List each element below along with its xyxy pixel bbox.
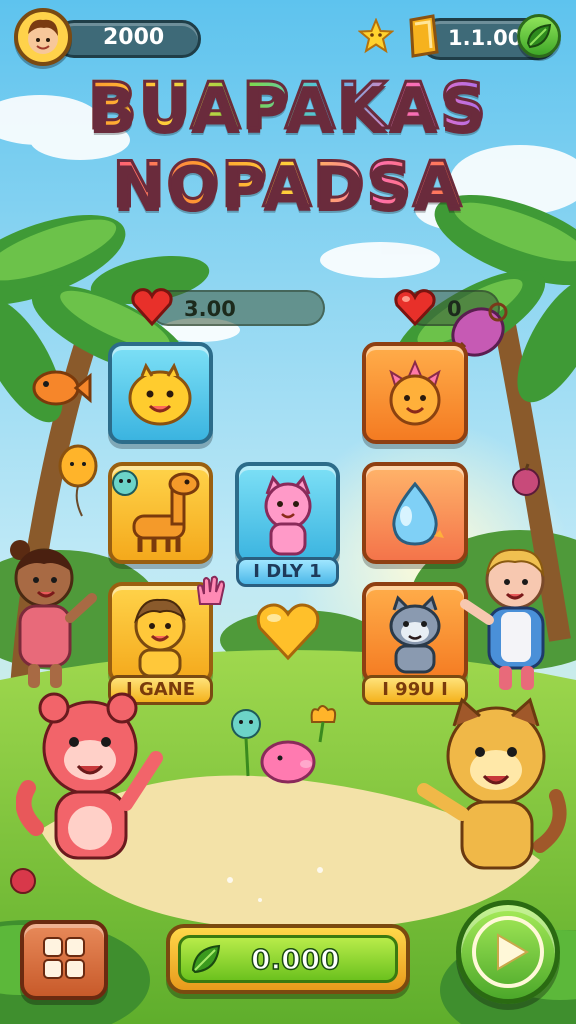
lion-character: [410, 696, 570, 882]
play-button[interactable]: [456, 900, 560, 1004]
girl-character: [0, 538, 110, 698]
leaf-icon: [526, 23, 552, 49]
score-inner: 0.000: [178, 935, 398, 983]
cat-icon: [264, 475, 312, 556]
star-icon[interactable]: [357, 17, 395, 54]
level-card-1[interactable]: [108, 342, 213, 444]
coin-count: 2000: [103, 25, 165, 50]
coin-counter: 2000: [55, 20, 201, 58]
heart-icon: [128, 282, 176, 330]
berry-icon: [8, 866, 38, 896]
water-drop-icon: [392, 481, 444, 546]
play-icon: [472, 916, 544, 988]
level-card-2[interactable]: [362, 342, 468, 444]
score-bar: 0.000: [166, 924, 410, 994]
fish-balloon-icon: [26, 360, 92, 416]
red-panda-character: [15, 688, 166, 878]
card-label-center: I DLY 1: [236, 557, 339, 587]
menu-button[interactable]: [20, 920, 108, 1000]
lives-bar-left: 3.00: [150, 290, 325, 326]
sun-creature-icon: [389, 359, 441, 426]
flower-icon: [226, 708, 266, 778]
raccoon-icon: [389, 595, 441, 674]
level-card-5[interactable]: [362, 462, 468, 564]
score-value: 0.000: [250, 942, 340, 977]
gem-count: 1.1.00: [448, 26, 523, 50]
leaf-icon: [191, 944, 221, 974]
bird-icon: [108, 466, 142, 500]
boy-character: [455, 540, 576, 700]
game-title-line1: BUAPAKAS: [86, 69, 489, 146]
avatar-icon: [28, 19, 58, 54]
gem-icon: [403, 14, 441, 58]
add-gems-button[interactable]: [517, 14, 561, 58]
game-title-line2: NOPADSA: [111, 147, 464, 223]
chick-icon: [128, 362, 192, 426]
heart-icon: [392, 284, 438, 330]
hand-wave-icon: [192, 574, 228, 612]
big-heart-icon[interactable]: [254, 598, 322, 662]
level-card-7[interactable]: [362, 582, 468, 684]
level-card-4[interactable]: [235, 462, 340, 564]
flower-icon: [304, 700, 342, 744]
balloon-icon: [56, 442, 102, 518]
player-avatar[interactable]: [14, 8, 72, 66]
menu-grid-icon: [43, 937, 85, 979]
apple-icon: [510, 462, 542, 498]
lives-left-value: 3.00: [184, 297, 236, 321]
